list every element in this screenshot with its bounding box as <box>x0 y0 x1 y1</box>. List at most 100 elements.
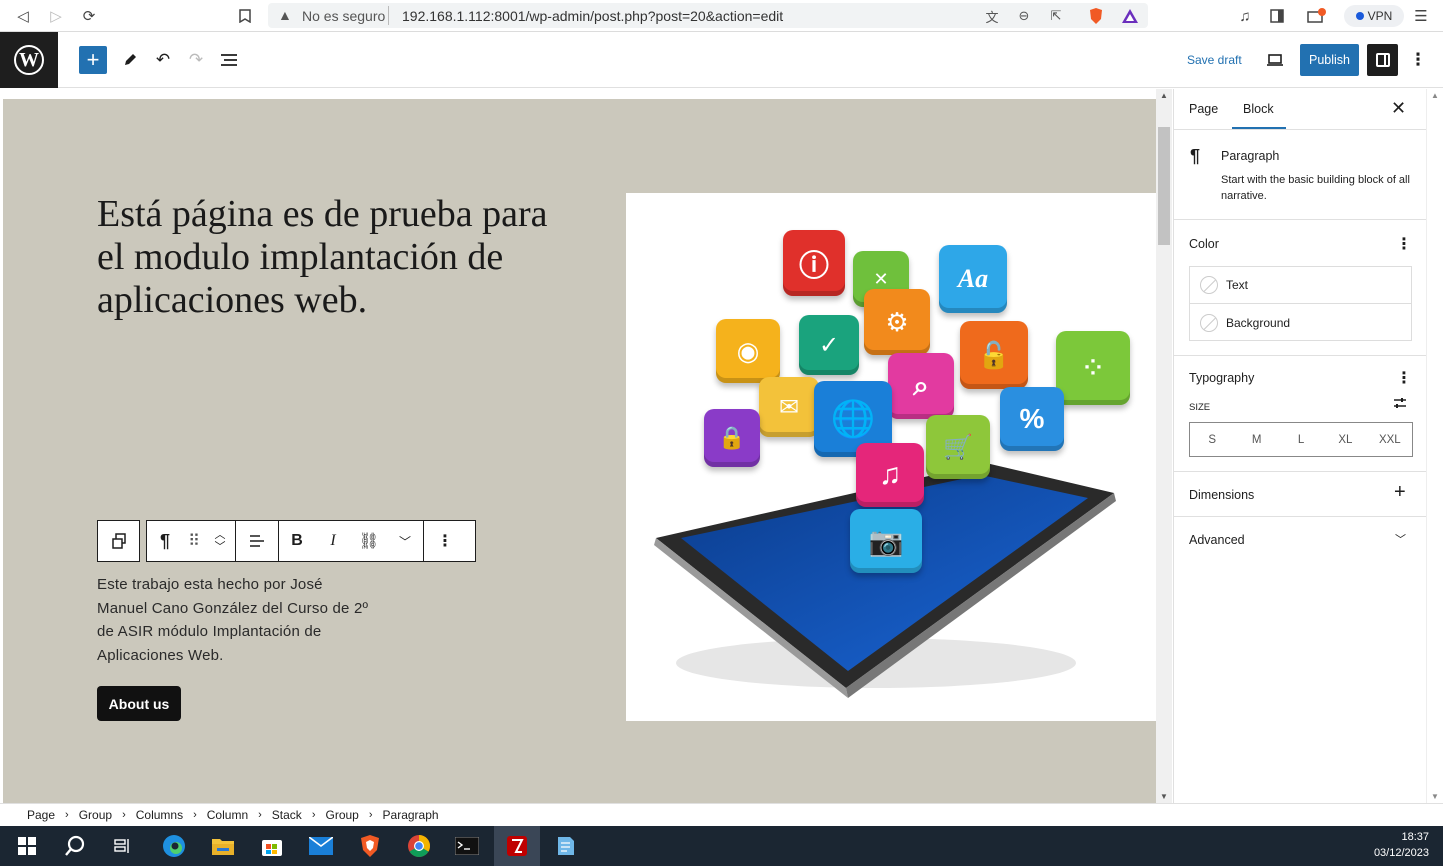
check-app-icon: ✓ <box>799 315 859 375</box>
breadcrumb-item[interactable]: Stack <box>272 808 302 822</box>
parent-block-icon[interactable] <box>98 521 139 561</box>
address-bar[interactable]: ▲ No es seguro 192.168.1.112:8001/wp-adm… <box>268 3 1148 28</box>
media-icon[interactable]: ♫ <box>1234 5 1256 27</box>
save-draft-button[interactable]: Save draft <box>1187 53 1242 67</box>
share-icon[interactable]: ⇱ <box>1046 6 1066 26</box>
active-tab-indicator <box>1232 127 1286 129</box>
scroll-up-icon[interactable]: ▲ <box>1160 91 1168 100</box>
bookmark-icon[interactable] <box>234 5 256 27</box>
wordpress-logo[interactable]: W <box>0 32 58 88</box>
size-option-m[interactable]: M <box>1234 423 1278 456</box>
typography-options-icon[interactable]: ⋮ <box>1396 368 1412 388</box>
canvas-scrollbar[interactable]: ▲ ▼ <box>1156 89 1172 803</box>
wallet-icon[interactable] <box>1306 5 1328 27</box>
music-app-icon: ♫ <box>856 443 924 507</box>
block-description: Start with the basic building block of a… <box>1221 174 1410 202</box>
settings-button[interactable] <box>1367 44 1398 76</box>
back-icon[interactable]: ◁ <box>12 5 34 27</box>
scrollbar-thumb[interactable] <box>1158 127 1170 245</box>
more-formatting-icon[interactable]: ﹀ <box>387 521 423 561</box>
scroll-down-icon[interactable]: ▼ <box>1160 792 1168 801</box>
sidebar-scrollbar[interactable]: ▲ ▼ <box>1426 89 1443 803</box>
preview-icon[interactable] <box>1262 47 1288 73</box>
breadcrumb-item[interactable]: Page <box>27 808 55 822</box>
terminal-icon[interactable] <box>451 830 483 862</box>
intro-paragraph[interactable]: Este trabajo esta hecho por José Manuel … <box>97 573 377 667</box>
brave-shield-icon[interactable] <box>1086 6 1106 26</box>
italic-icon[interactable]: I <box>315 521 351 561</box>
url-divider <box>388 6 389 25</box>
store-icon[interactable] <box>256 830 288 862</box>
size-option-xxl[interactable]: XXL <box>1368 423 1412 456</box>
undo-icon[interactable]: ↶ <box>150 47 176 73</box>
block-card: ¶ Paragraph Start with the basic buildin… <box>1174 130 1427 220</box>
cart-app-icon: 🛒 <box>926 415 990 479</box>
camera-app-icon: 📷 <box>850 509 922 573</box>
windows-start-icon[interactable] <box>11 830 43 862</box>
size-controls-icon[interactable] <box>1393 396 1407 415</box>
bold-icon[interactable]: B <box>279 521 315 561</box>
dimensions-panel[interactable]: Dimensions + <box>1174 472 1427 517</box>
background-color-option[interactable]: Background <box>1190 304 1411 341</box>
paragraph-icon[interactable]: ¶ <box>147 521 183 561</box>
size-option-s[interactable]: S <box>1190 423 1234 456</box>
edit-pencil-icon[interactable] <box>117 47 143 73</box>
notepad-icon[interactable] <box>549 830 581 862</box>
tab-block[interactable]: Block <box>1243 102 1274 116</box>
menu-icon[interactable]: ☰ <box>1410 5 1432 27</box>
tab-page[interactable]: Page <box>1189 102 1218 116</box>
chevron-down-icon[interactable]: ﹀ <box>1395 531 1406 547</box>
task-view-icon[interactable] <box>107 830 139 862</box>
sidebar-scroll-down-icon[interactable]: ▼ <box>1431 792 1439 801</box>
sidebar-toggle-icon[interactable] <box>1266 5 1288 27</box>
chevron-right-icon: › <box>368 809 373 821</box>
size-option-xl[interactable]: XL <box>1323 423 1367 456</box>
sidebar-scroll-up-icon[interactable]: ▲ <box>1431 91 1439 100</box>
redo-icon[interactable]: ↷ <box>183 47 209 73</box>
chrome-icon[interactable] <box>403 830 435 862</box>
vpn-label: VPN <box>1367 9 1393 23</box>
chevron-right-icon: › <box>65 809 69 821</box>
dimensions-title: Dimensions <box>1189 488 1255 502</box>
reload-icon[interactable]: ⟳ <box>78 5 100 27</box>
move-updown-icon[interactable]: ︿ ﹀ <box>205 521 235 561</box>
link-icon[interactable]: ⛓ <box>351 521 387 561</box>
advanced-panel[interactable]: Advanced ﹀ <box>1174 517 1427 562</box>
breadcrumb-item[interactable]: Columns <box>136 808 183 822</box>
add-block-button[interactable]: + <box>79 46 107 74</box>
unlock-app-icon: 🔓 <box>960 321 1028 389</box>
forward-icon[interactable]: ▷ <box>45 5 67 27</box>
brave-browser-icon[interactable] <box>354 830 386 862</box>
breadcrumb-item[interactable]: Group <box>325 808 358 822</box>
close-icon[interactable]: ✕ <box>1391 98 1406 119</box>
color-options-icon[interactable]: ⋮ <box>1396 234 1412 254</box>
mail-icon[interactable] <box>305 830 337 862</box>
translate-icon[interactable]: 文 <box>982 6 1002 26</box>
text-color-option[interactable]: Text <box>1190 267 1411 304</box>
brave-rewards-icon[interactable] <box>1120 6 1140 26</box>
url-text[interactable]: 192.168.1.112:8001/wp-admin/post.php?pos… <box>402 8 783 24</box>
breadcrumb-item[interactable]: Group <box>79 808 112 822</box>
block-breadcrumb: Page › Group › Columns › Column › Stack › Gro… <box>0 803 1443 826</box>
zoom-icon[interactable]: ⊖ <box>1014 6 1034 26</box>
edge-browser-icon[interactable] <box>158 830 190 862</box>
filezilla-icon[interactable] <box>494 826 540 866</box>
drag-handle-icon[interactable]: ⠿ <box>183 521 205 561</box>
list-view-icon[interactable] <box>216 47 242 73</box>
publish-button[interactable]: Publish <box>1300 44 1359 76</box>
block-options-icon[interactable]: ⋮ <box>424 521 466 561</box>
vpn-button[interactable]: VPN <box>1344 5 1404 27</box>
align-icon[interactable] <box>236 521 278 561</box>
sidebar-tabs: Page Block ✕ <box>1174 89 1427 130</box>
plus-icon[interactable]: + <box>1394 481 1406 504</box>
page-heading[interactable]: Está página es de prueba para el modulo … <box>97 193 577 322</box>
breadcrumb-item[interactable]: Column <box>207 808 248 822</box>
size-option-l[interactable]: L <box>1279 423 1323 456</box>
breadcrumb-item-current[interactable]: Paragraph <box>383 808 439 822</box>
search-icon[interactable] <box>59 830 91 862</box>
options-menu-icon[interactable]: ⋮ <box>1405 47 1431 73</box>
system-clock[interactable]: 18:37 03/12/2023 <box>1374 829 1429 861</box>
about-us-button[interactable]: About us <box>97 686 181 721</box>
file-explorer-icon[interactable] <box>207 830 239 862</box>
tablet-apps-image[interactable]: ⓘ ✕ Aa ⚙ ◉ ✓ 🔓 ⁘ ⌕ ✉ 🌐 % 🔒 🛒 ♫ 📷 <box>626 193 1156 721</box>
